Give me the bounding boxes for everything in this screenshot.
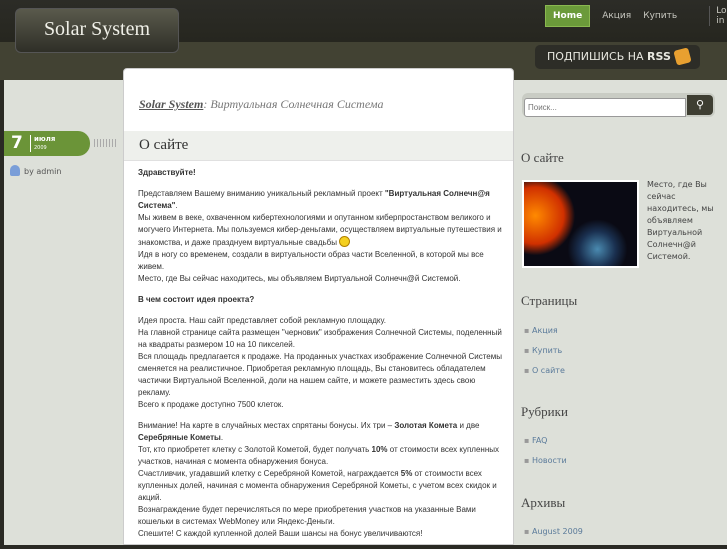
main-content: Solar System: Виртуальная Солнечная Сист… xyxy=(123,68,514,545)
user-icon xyxy=(10,165,20,176)
arrow-icon xyxy=(94,139,118,147)
intro-paragraph: Представляем Вашему вниманию уникальный … xyxy=(138,189,502,283)
category-news[interactable]: Новости xyxy=(524,456,567,476)
pages-heading: Страницы xyxy=(521,293,578,308)
login-link[interactable]: Log in xyxy=(709,6,727,26)
pages-list: Акция Купить О сайте xyxy=(524,326,565,386)
top-nav: Home Акция Купить Log in xyxy=(545,5,727,27)
page-link-akciya[interactable]: Акция xyxy=(524,326,565,346)
rss-label: ПОДПИШИСЬ НА xyxy=(547,50,644,63)
categories-heading: Рубрики xyxy=(521,404,568,419)
category-faq[interactable]: FAQ xyxy=(524,436,567,456)
breadcrumb-site-link[interactable]: Solar System xyxy=(139,97,203,111)
nav-kupit[interactable]: Купить xyxy=(643,11,677,21)
date-year: 2009 xyxy=(34,145,47,151)
rss-brand: RSS xyxy=(647,50,671,63)
search-input[interactable] xyxy=(524,98,686,117)
about-text: Место, где Вы сейчас находитесь, мы объя… xyxy=(647,180,714,261)
idea-paragraph: Идея проста. Наш сайт представляет собой… xyxy=(138,316,502,409)
smiley-icon xyxy=(339,236,351,247)
author-label: by admin xyxy=(24,167,62,176)
greeting: Здравствуйте! xyxy=(138,168,196,177)
bonus-paragraph: Внимание! На карте в случайных местах сп… xyxy=(138,421,500,538)
archive-august-2009[interactable]: August 2009 xyxy=(524,527,583,547)
archives-heading: Архивы xyxy=(521,495,566,510)
categories-list: FAQ Новости xyxy=(524,436,567,476)
post-title-bar: О сайте xyxy=(124,131,513,161)
post-date: 7 июля 2009 xyxy=(4,131,90,156)
breadcrumb: Solar System: Виртуальная Солнечная Сист… xyxy=(139,97,384,112)
nav-home[interactable]: Home xyxy=(545,5,591,27)
post-author[interactable]: by admin xyxy=(10,165,61,176)
site-logo[interactable]: Solar System xyxy=(15,8,179,53)
search-box: ⚲ xyxy=(522,93,715,117)
search-button[interactable]: ⚲ xyxy=(687,95,713,115)
post-title: О сайте xyxy=(139,137,189,153)
solar-system-image xyxy=(522,180,639,268)
breadcrumb-sep: : xyxy=(203,97,208,111)
rss-icon xyxy=(673,47,692,66)
date-day: 7 xyxy=(11,133,23,153)
idea-heading: В чем состоит идея проекта? xyxy=(138,295,255,304)
post-content: Здравствуйте! Представляем Вашему вниман… xyxy=(138,167,504,549)
nav-akciya[interactable]: Акция xyxy=(602,11,631,21)
breadcrumb-desc: Виртуальная Солнечная Система xyxy=(210,97,384,111)
rss-subscribe-button[interactable]: ПОДПИШИСЬ НА RSS xyxy=(535,45,700,69)
page-link-about[interactable]: О сайте xyxy=(524,366,565,386)
about-heading: О сайте xyxy=(521,150,564,165)
page-link-kupit[interactable]: Купить xyxy=(524,346,565,366)
archives-list: August 2009 xyxy=(524,527,583,547)
search-icon: ⚲ xyxy=(695,98,705,111)
